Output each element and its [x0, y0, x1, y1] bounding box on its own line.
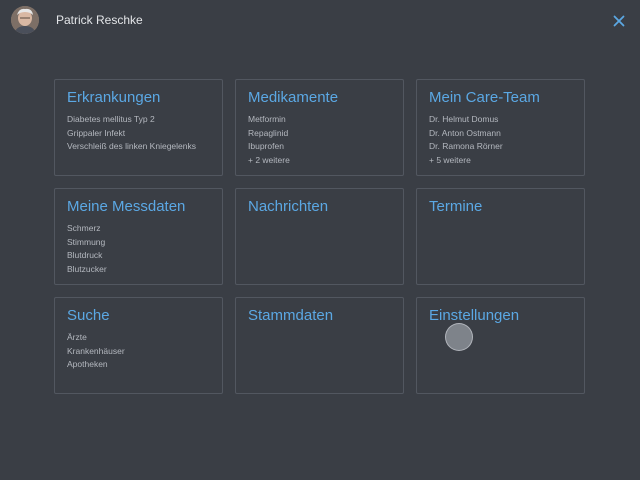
tile-einstellungen[interactable]: Einstellungen [416, 297, 585, 394]
list-item: Schmerz [67, 223, 101, 233]
tile-list: Dr. Helmut Domus Dr. Anton Ostmann Dr. R… [429, 113, 572, 167]
list-item: Repaglinid [248, 127, 289, 138]
tile-care-team[interactable]: Mein Care-Team Dr. Helmut Domus Dr. Anto… [416, 79, 585, 176]
app-window: Patrick Reschke Erkrankungen Diabetes me… [0, 0, 640, 480]
list-item: Ibuprofen [248, 141, 284, 152]
tile-termine[interactable]: Termine [416, 188, 585, 285]
tile-title: Einstellungen [429, 307, 520, 324]
list-item: Krankenhäuser [67, 345, 125, 356]
list-item: Dr. Anton Ostmann [429, 127, 501, 138]
list-item: Blutzucker [67, 263, 107, 274]
list-item: Blutdruck [67, 250, 103, 261]
tile-list: Schmerz Stimmung Blutdruck Blutzucker [67, 222, 210, 276]
dashboard-grid: Erkrankungen Diabetes mellitus Typ 2 Gri… [54, 79, 585, 394]
tile-nachrichten[interactable]: Nachrichten [235, 188, 404, 285]
close-icon [613, 15, 625, 27]
list-item: Stimmung [67, 236, 106, 247]
tile-title: Nachrichten [248, 198, 329, 215]
list-item: Verschleiß des linken Kniegelenks [67, 141, 196, 152]
tile-title: Suche [67, 307, 110, 324]
tile-title: Erkrankungen [67, 89, 161, 106]
tile-messdaten[interactable]: Meine Messdaten Schmerz Stimmung Blutdru… [54, 188, 223, 285]
tile-stammdaten[interactable]: Stammdaten [235, 297, 404, 394]
header-bar: Patrick Reschke [0, 0, 640, 42]
tile-title: Termine [429, 198, 483, 215]
list-item: Dr. Ramona Rörner [429, 141, 503, 152]
list-item: Metformin [248, 114, 286, 124]
avatar-icon [11, 6, 39, 34]
tile-suche[interactable]: Suche Ärzte Krankenhäuser Apotheken [54, 297, 223, 394]
tile-list: Diabetes mellitus Typ 2 Grippaler Infekt… [67, 113, 210, 154]
user-avatar[interactable] [11, 6, 39, 34]
list-item: Dr. Helmut Domus [429, 114, 499, 124]
user-name: Patrick Reschke [56, 13, 143, 27]
list-item: Apotheken [67, 359, 108, 370]
tile-medikamente[interactable]: Medikamente Metformin Repaglinid Ibuprof… [235, 79, 404, 176]
tile-list: Metformin Repaglinid Ibuprofen + 2 weite… [248, 113, 391, 167]
tile-title: Stammdaten [248, 307, 334, 324]
list-item: Diabetes mellitus Typ 2 [67, 114, 155, 124]
tile-title: Mein Care-Team [429, 89, 540, 106]
list-item-more: + 2 weitere [248, 154, 290, 165]
list-item-more: + 5 weitere [429, 154, 471, 165]
list-item: Ärzte [67, 332, 87, 342]
tile-title: Meine Messdaten [67, 198, 186, 215]
close-button[interactable] [608, 10, 630, 32]
tile-list: Ärzte Krankenhäuser Apotheken [67, 331, 210, 372]
tile-erkrankungen[interactable]: Erkrankungen Diabetes mellitus Typ 2 Gri… [54, 79, 223, 176]
tile-title: Medikamente [248, 89, 339, 106]
list-item: Grippaler Infekt [67, 127, 126, 138]
